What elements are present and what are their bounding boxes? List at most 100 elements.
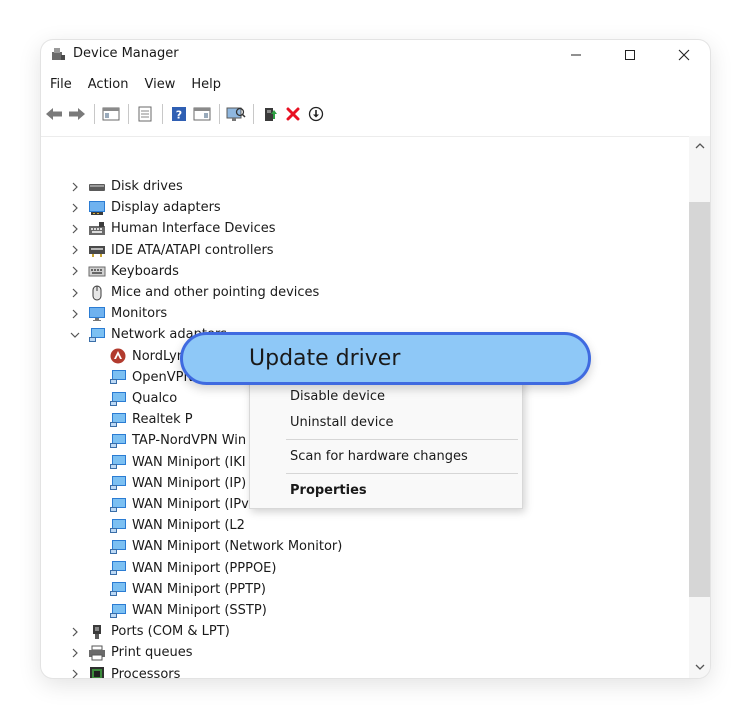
chevron-down-icon[interactable]	[68, 324, 82, 345]
minimize-button[interactable]	[553, 40, 599, 70]
tree-item-label: WAN Miniport (PPTP)	[132, 581, 266, 597]
maximize-button[interactable]	[607, 40, 653, 70]
tree-item-label: WAN Miniport (IKI	[132, 454, 246, 470]
show-hide-console-button[interactable]	[100, 103, 122, 125]
printer-icon	[88, 645, 106, 661]
context-menu: Disable device Uninstall device Scan for…	[249, 372, 523, 509]
menu-view[interactable]: View	[138, 73, 181, 97]
tree-device-row[interactable]: WAN Miniport (PPTP)	[109, 579, 266, 600]
tree-category-row[interactable]: Processors	[68, 664, 180, 678]
tree-device-row[interactable]: WAN Miniport (L2	[109, 515, 245, 536]
scroll-down-button[interactable]	[689, 657, 710, 677]
monitor-icon	[88, 306, 106, 322]
tree-device-row[interactable]: WAN Miniport (PPPOE)	[109, 558, 276, 579]
processor-icon	[88, 666, 106, 678]
network-adapter-icon	[109, 539, 127, 555]
menu-item-scan-hardware[interactable]: Scan for hardware changes	[290, 449, 468, 464]
network-adapter-icon	[109, 433, 127, 449]
properties-toolbar-button[interactable]	[134, 103, 156, 125]
back-arrow-icon	[46, 108, 62, 120]
tree-item-label: WAN Miniport (IP)	[132, 475, 247, 491]
tree-category-row[interactable]: Mice and other pointing devices	[68, 282, 319, 303]
disable-toolbar-button[interactable]	[305, 103, 327, 125]
tree-item-label: IDE ATA/ATAPI controllers	[111, 242, 274, 258]
network-adapter-icon	[109, 391, 127, 407]
tree-category-row[interactable]: Ports (COM & LPT)	[68, 621, 230, 642]
tree-device-row[interactable]: WAN Miniport (IKI	[109, 452, 246, 473]
update-driver-icon	[265, 108, 277, 121]
tree-device-row[interactable]: Realtek P	[109, 409, 193, 430]
tree-device-row[interactable]: WAN Miniport (SSTP)	[109, 600, 267, 621]
network-adapter-icon	[109, 581, 127, 597]
tree-category-row[interactable]: Print queues	[68, 642, 193, 663]
tree-item-label: Human Interface Devices	[111, 221, 276, 237]
uninstall-toolbar-button[interactable]	[282, 103, 304, 125]
toolbar-separator	[253, 104, 254, 124]
chevron-right-icon[interactable]	[68, 282, 82, 303]
tree-device-row[interactable]: WAN Miniport (Network Monitor)	[109, 536, 342, 557]
tree-item-label: Print queues	[111, 645, 193, 661]
menu-separator	[286, 473, 518, 474]
chevron-right-icon[interactable]	[68, 218, 82, 239]
forward-button[interactable]	[66, 103, 88, 125]
tree-item-label: Disk drives	[111, 179, 183, 194]
vertical-scrollbar-thumb[interactable]	[689, 202, 710, 597]
menu-separator	[286, 439, 518, 440]
network-adapter-icon	[109, 560, 127, 576]
menu-file[interactable]: File	[44, 73, 78, 97]
menu-item-uninstall-device[interactable]: Uninstall device	[290, 415, 394, 430]
display-adapter-icon	[88, 200, 106, 216]
tree-device-row[interactable]: TAP-NordVPN Win	[109, 430, 246, 451]
network-adapter-icon	[109, 454, 127, 470]
scroll-up-button[interactable]	[689, 136, 710, 156]
chevron-right-icon[interactable]	[68, 176, 82, 197]
maximize-icon	[625, 50, 635, 60]
tree-item-label: WAN Miniport (L2	[132, 518, 245, 534]
update-driver-toolbar-button[interactable]	[259, 103, 281, 125]
chevron-right-icon[interactable]	[68, 303, 82, 324]
tree-item-label: Ports (COM & LPT)	[111, 624, 230, 640]
network-adapter-icon	[109, 369, 127, 385]
chevron-right-icon[interactable]	[68, 240, 82, 261]
help-icon: ?	[172, 107, 186, 122]
toolbar-separator	[219, 104, 220, 124]
tree-category-row[interactable]: Disk drives	[68, 176, 183, 197]
tree-item-label: TAP-NordVPN Win	[132, 433, 247, 449]
tree-device-row[interactable]: WAN Miniport (IP)	[109, 473, 246, 494]
help-toolbar-button[interactable]: ?	[168, 103, 190, 125]
properties-sheet-icon	[138, 106, 152, 122]
keyboard-icon	[88, 263, 106, 279]
close-button[interactable]	[661, 40, 707, 70]
tree-item-label: Realtek P	[132, 412, 193, 428]
scan-monitor-icon	[226, 107, 246, 121]
scan-hardware-button[interactable]	[225, 103, 247, 125]
tree-category-row[interactable]: Monitors	[68, 303, 167, 324]
tree-item-label: WAN Miniport (SSTP)	[132, 603, 267, 618]
tree-device-row[interactable]: Qualco	[109, 388, 177, 409]
chevron-right-icon[interactable]	[68, 197, 82, 218]
menu-item-properties[interactable]: Properties	[290, 483, 367, 498]
menu-action[interactable]: Action	[82, 73, 135, 97]
menu-item-update-driver[interactable]: Update driver	[180, 332, 591, 385]
tree-category-row[interactable]: Display adapters	[68, 197, 221, 218]
tree-category-row[interactable]: IDE ATA/ATAPI controllers	[68, 240, 274, 261]
tree-category-row[interactable]: Human Interface Devices	[68, 218, 276, 239]
tree-item-label: Display adapters	[111, 200, 221, 216]
chevron-right-icon[interactable]	[68, 261, 82, 282]
port-icon	[88, 624, 106, 640]
network-adapter-icon	[88, 327, 106, 343]
delete-x-icon	[286, 107, 300, 121]
action-pane-button[interactable]	[191, 103, 213, 125]
menu-help[interactable]: Help	[185, 73, 227, 97]
chevron-down-icon	[695, 664, 704, 670]
chevron-right-icon[interactable]	[68, 621, 82, 642]
menu-item-disable-device[interactable]: Disable device	[290, 389, 385, 404]
close-icon	[678, 49, 690, 61]
tree-device-row[interactable]: WAN Miniport (IPv	[109, 494, 249, 515]
tree-category-row[interactable]: Keyboards	[68, 261, 179, 282]
chevron-right-icon[interactable]	[68, 642, 82, 663]
tree-item-label: WAN Miniport (Network Monitor)	[132, 539, 343, 555]
toolbar-separator	[162, 104, 163, 124]
back-button[interactable]	[43, 103, 65, 125]
chevron-right-icon[interactable]	[68, 664, 82, 678]
